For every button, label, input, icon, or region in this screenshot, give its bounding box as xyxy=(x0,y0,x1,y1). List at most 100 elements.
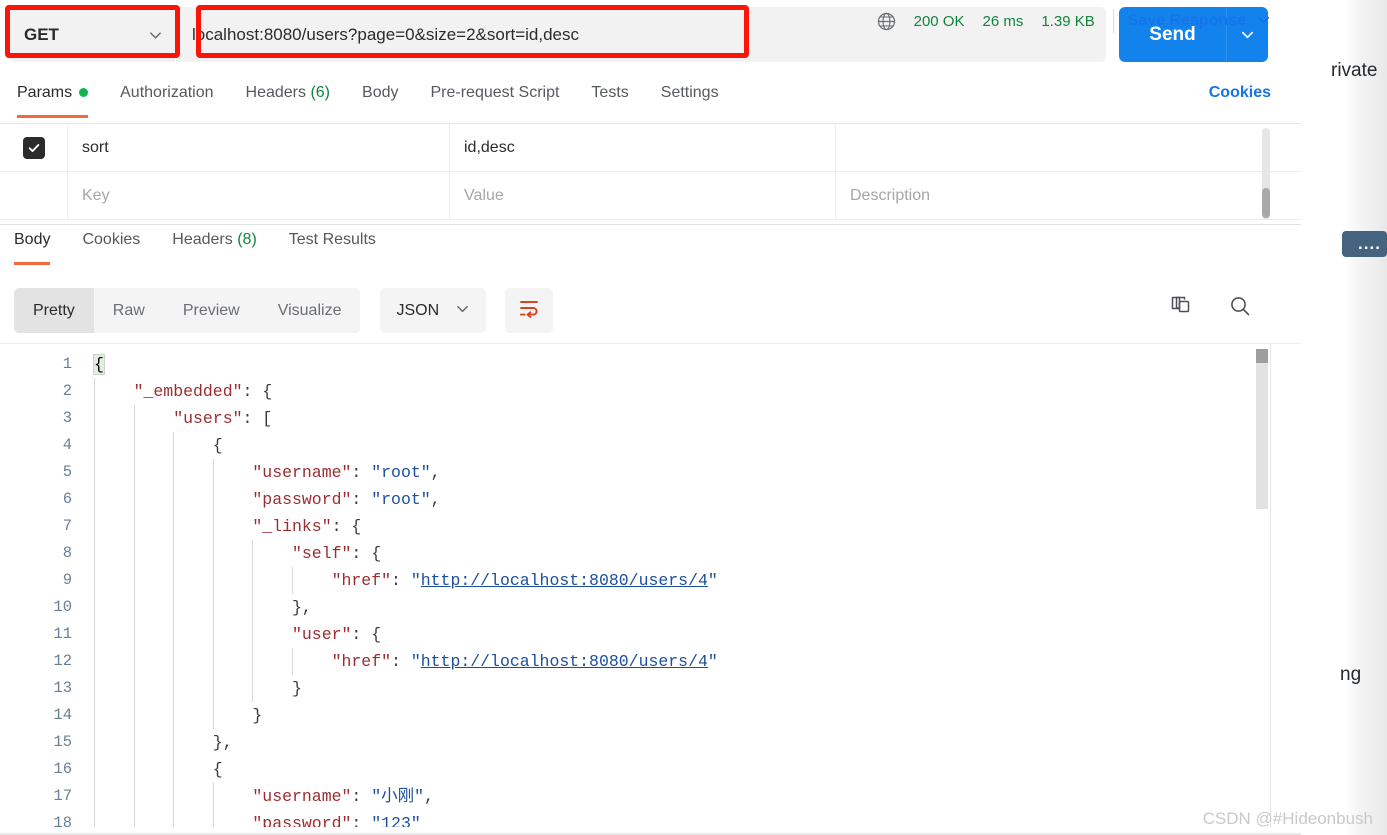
tab-authorization[interactable]: Authorization xyxy=(120,82,213,118)
body-format-label: JSON xyxy=(396,301,440,319)
tab-body-label: Body xyxy=(362,84,399,101)
code-line-number: 13 xyxy=(53,679,72,697)
code-line: 14} xyxy=(0,702,1301,729)
save-response-button[interactable]: Save Response xyxy=(1128,12,1246,30)
code-line-number: 15 xyxy=(53,733,72,751)
param-description-cell[interactable] xyxy=(836,124,1242,171)
tab-pre-request-script[interactable]: Pre-request Script xyxy=(430,82,559,118)
code-line-number: 14 xyxy=(53,706,72,724)
save-response-chevron-down-icon[interactable] xyxy=(1256,12,1271,31)
response-tab-test-results-label: Test Results xyxy=(288,231,376,248)
code-line: 9 "href": "http://localhost:8080/users/4" xyxy=(0,567,1301,594)
response-body-actions xyxy=(1168,294,1252,318)
code-line-number: 18 xyxy=(53,814,72,827)
param-key-placeholder[interactable]: Key xyxy=(68,172,450,219)
tab-authorization-label: Authorization xyxy=(120,84,214,101)
body-view-raw[interactable]: Raw xyxy=(94,288,164,333)
code-line-number: 4 xyxy=(62,436,72,454)
response-size: 1.39 KB xyxy=(1041,12,1095,30)
param-value-cell[interactable]: id,desc xyxy=(450,124,836,171)
param-enabled-cell-empty[interactable] xyxy=(0,172,68,219)
param-value-placeholder[interactable]: Value xyxy=(450,172,836,219)
url-input-value: localhost:8080/users?page=0&size=2&sort=… xyxy=(192,24,580,44)
code-scrollbar-track[interactable] xyxy=(1256,349,1268,509)
tab-headers[interactable]: Headers (6) xyxy=(246,82,331,118)
params-scrollbar-thumb[interactable] xyxy=(1262,188,1270,218)
http-method-label: GET xyxy=(24,24,59,44)
code-line-text: { xyxy=(212,760,223,779)
params-table: sort id,desc Key Value Description xyxy=(0,124,1301,225)
code-line-text: { xyxy=(212,436,223,455)
code-line-text: } xyxy=(292,679,302,698)
param-description-placeholder[interactable]: Description xyxy=(836,172,1242,219)
tab-settings[interactable]: Settings xyxy=(661,82,719,118)
word-wrap-toggle[interactable] xyxy=(505,288,554,333)
background-window-shadow xyxy=(1345,0,1387,835)
code-line-text: "href": "http://localhost:8080/users/4" xyxy=(331,571,718,590)
search-icon[interactable] xyxy=(1228,294,1252,318)
code-line: 5 "username": "root", xyxy=(0,459,1301,486)
tab-params[interactable]: Params xyxy=(17,82,89,118)
param-key-cell[interactable]: sort xyxy=(68,124,450,171)
response-tab-cookies[interactable]: Cookies xyxy=(82,229,140,265)
copy-icon[interactable] xyxy=(1168,294,1192,318)
response-tab-body[interactable]: Body xyxy=(14,229,51,265)
code-line-text: "user": { xyxy=(292,625,382,644)
code-line: 16 { xyxy=(0,756,1301,783)
tab-settings-label: Settings xyxy=(660,84,719,101)
code-line-text: } xyxy=(252,706,263,725)
response-tab-cookies-label: Cookies xyxy=(82,231,141,248)
code-line: 17 "username": "小刚", xyxy=(0,783,1301,810)
response-tab-headers[interactable]: Headers (8) xyxy=(172,229,257,265)
code-line-text: { xyxy=(93,354,105,375)
tab-headers-count: (6) xyxy=(310,84,331,101)
response-tab-bar: Body Cookies Headers (8) Test Results xyxy=(0,229,1301,275)
body-view-pretty[interactable]: Pretty xyxy=(14,288,94,333)
code-line-number: 6 xyxy=(62,490,72,508)
cookies-link[interactable]: Cookies xyxy=(1209,84,1271,102)
watermark: CSDN @#Hideonbush xyxy=(1202,809,1373,828)
http-method-selector[interactable]: GET xyxy=(10,7,175,62)
code-scrollbar-thumb[interactable] xyxy=(1256,349,1268,363)
code-line-number: 7 xyxy=(62,517,72,535)
background-text-fragment: ng xyxy=(1340,664,1362,685)
code-line-number: 5 xyxy=(62,463,72,481)
tab-params-label: Params xyxy=(17,84,73,101)
code-line-number: 12 xyxy=(53,652,72,670)
response-time: 26 ms xyxy=(982,12,1024,30)
background-text-private: rivate xyxy=(1331,60,1378,81)
code-line: 4{ xyxy=(0,432,1301,459)
code-right-border xyxy=(1270,343,1271,827)
request-tab-bar: Params Authorization Headers (6) Body Pr… xyxy=(0,82,1301,124)
word-wrap-icon xyxy=(517,296,541,325)
param-enabled-checkbox[interactable] xyxy=(22,136,45,159)
table-row: Key Value Description xyxy=(0,172,1301,220)
meta-divider xyxy=(1112,9,1114,33)
code-line-number: 3 xyxy=(62,409,72,427)
code-line-number: 2 xyxy=(62,382,72,400)
response-body-code-viewer[interactable]: 1{2 "_embedded": {3 "users": [4{5 "username… xyxy=(0,343,1301,827)
tab-tests[interactable]: Tests xyxy=(591,82,628,118)
code-line: 12 "href": "http://localhost:8080/users/4… xyxy=(0,648,1301,675)
tab-body[interactable]: Body xyxy=(362,82,398,118)
code-lines-container: 1{2 "_embedded": {3 "users": [4{5 "username… xyxy=(0,351,1301,827)
code-line: 11 "user": { xyxy=(0,621,1301,648)
body-view-visualize[interactable]: Visualize xyxy=(259,288,361,333)
code-line: 18 "password": "123" xyxy=(0,810,1301,827)
response-tab-headers-label: Headers xyxy=(172,231,233,248)
tab-tests-label: Tests xyxy=(591,84,629,101)
response-tab-test-results[interactable]: Test Results xyxy=(289,229,376,265)
body-view-preview[interactable]: Preview xyxy=(164,288,259,333)
code-line-number: 11 xyxy=(53,625,72,643)
code-line-number: 1 xyxy=(62,355,72,373)
background-badge: .... xyxy=(1342,231,1387,257)
code-line: 10}, xyxy=(0,594,1301,621)
code-line-text: "self": { xyxy=(292,544,382,563)
response-meta: 200 OK 26 ms 1.39 KB Save Response xyxy=(876,9,1271,33)
code-line-text: "username": "root", xyxy=(252,463,441,482)
tab-pre-request-script-label: Pre-request Script xyxy=(430,84,560,101)
code-line: 1{ xyxy=(0,351,1301,378)
code-line: 2 "_embedded": { xyxy=(0,378,1301,405)
postman-pane: GET localhost:8080/users?page=0&size=2&s… xyxy=(0,0,1301,835)
body-format-selector[interactable]: JSON xyxy=(380,288,487,333)
